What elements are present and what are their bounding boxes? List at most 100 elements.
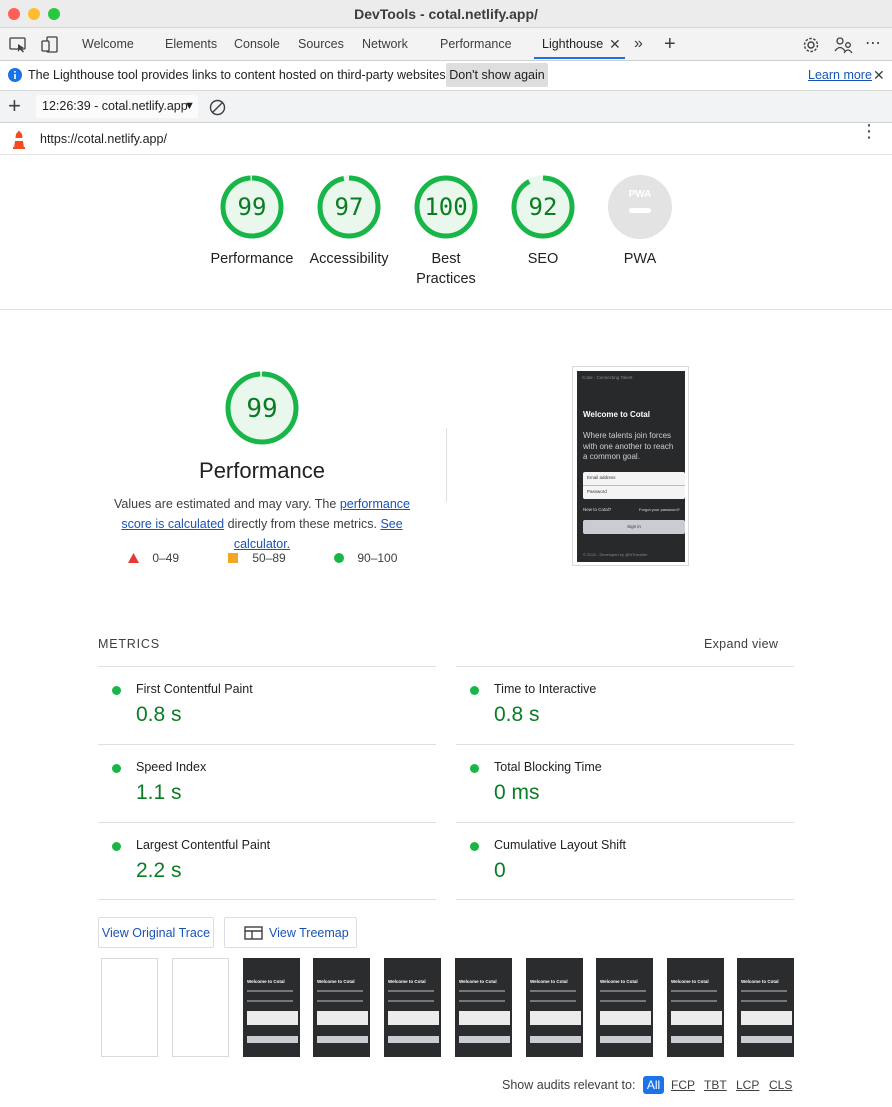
devtools-tab-bar: Welcome Elements Console Sources Network… (0, 28, 892, 84)
report-select[interactable]: 12:26:39 - cotal.netlify.app ▼ (36, 95, 198, 118)
score-gauge[interactable]: 100 (414, 175, 478, 239)
close-infobar-icon[interactable]: ✕ (873, 67, 885, 84)
frame-heading: Welcome to Cotal (388, 979, 426, 984)
metric-label: Largest Contentful Paint (136, 838, 271, 852)
filmstrip-frame[interactable]: Welcome to Cotal (243, 958, 300, 1057)
metrics-heading: METRICS (98, 637, 160, 651)
form-divider (583, 485, 685, 486)
score-gauge[interactable]: 92 (511, 175, 575, 239)
metric-item: Time to Interactive 0.8 s (456, 667, 794, 744)
filmstrip-frame[interactable]: Welcome to Cotal (737, 958, 794, 1057)
report-toolbar: + 12:26:39 - cotal.netlify.app ▼ (0, 91, 892, 123)
screenshot-email: Email address (587, 475, 616, 480)
devtools-window: DevTools - cotal.netlify.app/ Welcome El… (0, 0, 892, 1107)
clear-reports-icon[interactable] (209, 99, 226, 116)
learn-more-link[interactable]: Learn more (808, 68, 872, 82)
frame-form (741, 1011, 792, 1025)
device-toolbar-icon[interactable] (41, 36, 59, 53)
frame-button (600, 1036, 651, 1043)
filter-chip-all[interactable]: All (643, 1076, 664, 1094)
description-text: directly from these metrics. (224, 517, 381, 531)
gauge-score: 97 (335, 193, 364, 221)
metric-value: 0 ms (494, 781, 540, 804)
gauge-score: 92 (529, 193, 558, 221)
pwa-badge-text: PWA (629, 189, 652, 200)
metric-label: First Contentful Paint (136, 682, 253, 696)
metric-value: 2.2 s (136, 859, 182, 882)
more-tabs-icon[interactable]: » (634, 28, 643, 60)
tab-performance[interactable]: Performance (440, 28, 512, 60)
filter-chip-lcp[interactable]: LCP (736, 1078, 759, 1092)
frame-text-block (600, 990, 646, 1002)
filmstrip-frame[interactable]: Welcome to Cotal (455, 958, 512, 1057)
settings-gear-icon[interactable] (802, 36, 820, 54)
tab-elements[interactable]: Elements (165, 28, 217, 60)
screenshot-signin: Sign in (583, 520, 685, 534)
gauge-label: Best Practices (416, 251, 476, 287)
expand-view-toggle[interactable]: Expand view (704, 637, 778, 651)
more-options-icon[interactable]: ⋯ (865, 28, 882, 60)
filter-chip-tbt[interactable]: TBT (704, 1078, 727, 1092)
gauge-score: 100 (424, 193, 467, 221)
dont-show-again-button[interactable]: Don't show again (446, 63, 548, 87)
customize-icon[interactable] (834, 36, 854, 54)
performance-score: 99 (246, 394, 277, 424)
tab-lighthouse[interactable]: Lighthouse (542, 28, 603, 60)
vertical-divider (446, 428, 447, 502)
gauge-label: PWA (623, 251, 657, 267)
frame-heading: Welcome to Cotal (600, 979, 638, 984)
metric-label: Cumulative Layout Shift (494, 838, 627, 852)
close-tab-icon[interactable]: ✕ (609, 28, 621, 60)
filter-chip-fcp[interactable]: FCP (671, 1078, 695, 1092)
score-gauge[interactable]: 97 (317, 175, 381, 239)
final-screenshot[interactable]: Cotal - Connecting Talent Welcome to Cot… (572, 366, 689, 566)
filmstrip-frame[interactable]: Welcome to Cotal (384, 958, 441, 1057)
frame-form (388, 1011, 439, 1025)
legend-range: 0–49 (152, 551, 180, 565)
dropdown-arrow-icon: ▼ (184, 100, 195, 112)
report-menu-icon[interactable]: ⋮ (860, 122, 878, 140)
tab-sources[interactable]: Sources (298, 28, 344, 60)
frame-text-block (741, 990, 787, 1002)
filmstrip-frame[interactable]: Welcome to Cotal (526, 958, 583, 1057)
frame-button (317, 1036, 368, 1043)
inspect-element-icon[interactable] (9, 37, 27, 53)
tab-console[interactable]: Console (234, 28, 280, 60)
screenshot-heading: Welcome to Cotal (583, 410, 650, 419)
new-report-icon[interactable]: + (8, 93, 21, 119)
view-treemap-button[interactable]: View Treemap (224, 917, 357, 948)
filmstrip-frame[interactable] (101, 958, 158, 1057)
info-bar: The Lighthouse tool provides links to co… (0, 61, 892, 91)
view-original-trace-button[interactable]: View Original Trace (98, 917, 214, 948)
filmstrip-frame[interactable]: Welcome to Cotal (313, 958, 370, 1057)
report-url-bar: https://cotal.netlify.app/ ⋮ (0, 122, 892, 155)
frame-form (317, 1011, 368, 1025)
fail-triangle-icon (128, 553, 139, 563)
frame-button (388, 1036, 439, 1043)
pass-dot-icon (112, 842, 121, 851)
frame-text-block (671, 990, 717, 1002)
filmstrip-frame[interactable] (172, 958, 229, 1057)
legend-pass: 90–100 (334, 551, 397, 565)
tab-welcome[interactable]: Welcome (82, 28, 134, 60)
screenshot-forgot: Forgot your password? (639, 507, 680, 512)
screenshot-form: Email address Password (583, 472, 685, 499)
screenshot-footer: © 2022 - Developed by @NTraveller (583, 552, 648, 557)
add-tab-icon[interactable]: + (664, 28, 676, 60)
tab-network[interactable]: Network (362, 28, 408, 60)
filter-chip-cls[interactable]: CLS (769, 1078, 792, 1092)
pass-dot-icon (112, 686, 121, 695)
legend-range: 90–100 (357, 551, 398, 565)
metric-value: 0.8 s (494, 703, 540, 726)
filmstrip-frame[interactable]: Welcome to Cotal (596, 958, 653, 1057)
filmstrip-frame[interactable]: Welcome to Cotal (667, 958, 724, 1057)
frame-heading: Welcome to Cotal (530, 979, 568, 984)
gauge-score: 99 (238, 193, 267, 221)
frame-heading: Welcome to Cotal (671, 979, 709, 984)
performance-description: Values are estimated and may vary. The p… (98, 494, 426, 554)
pwa-gauge[interactable]: PWA (608, 175, 672, 239)
screenshot-new: New to Cotal? (583, 507, 612, 512)
score-gauge[interactable]: 99 (220, 175, 284, 239)
active-tab-indicator (534, 57, 625, 59)
frame-form (459, 1011, 510, 1025)
